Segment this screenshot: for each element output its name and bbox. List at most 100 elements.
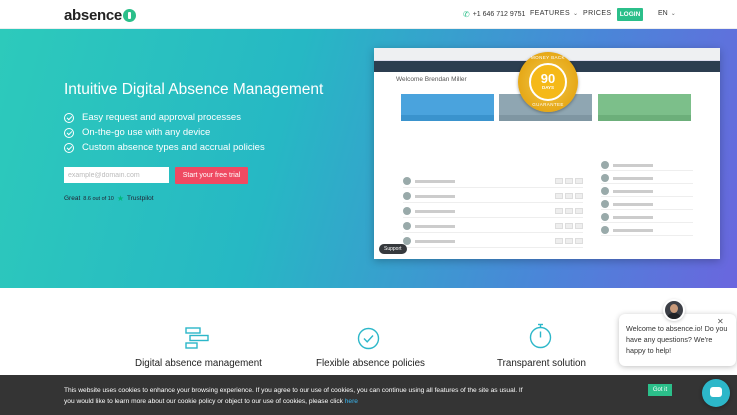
app-welcome-text: Welcome Brendan Miller xyxy=(396,76,467,83)
brand-name: absence xyxy=(64,7,122,24)
nav-features-menu[interactable]: FEATURES ⌄ xyxy=(530,10,578,17)
email-field[interactable] xyxy=(64,167,169,183)
app-row-placeholder xyxy=(415,239,455,243)
feature-text: Easy request and approval processes xyxy=(82,112,241,123)
app-stat-card xyxy=(401,94,494,115)
trustpilot-score: 8.6 out of 10 xyxy=(83,195,114,202)
app-row-action xyxy=(555,193,563,199)
language-selector[interactable]: EN ⌄ xyxy=(658,10,676,17)
app-row-placeholder xyxy=(415,209,455,213)
app-side-row xyxy=(601,173,693,184)
app-row-action xyxy=(555,223,563,229)
app-row-action xyxy=(555,238,563,244)
avatar xyxy=(601,226,609,234)
chevron-down-icon: ⌄ xyxy=(670,11,676,17)
phone-icon: ✆ xyxy=(463,10,470,19)
app-row-placeholder xyxy=(415,194,455,198)
cookie-accept-button[interactable]: Got it xyxy=(648,384,672,396)
check-circle-icon xyxy=(64,112,74,123)
app-row-action xyxy=(565,223,573,229)
avatar xyxy=(601,187,609,195)
app-request-row xyxy=(403,175,583,188)
feature-text: On-the-go use with any device xyxy=(82,127,211,138)
stopwatch-icon xyxy=(529,323,552,349)
nav-prices-link[interactable]: PRICES xyxy=(583,10,611,17)
app-row-action xyxy=(555,208,563,214)
cookie-policy-link[interactable]: here xyxy=(345,398,358,405)
app-row-action xyxy=(575,178,583,184)
feature-item: On-the-go use with any device xyxy=(64,125,265,140)
app-row-action xyxy=(575,193,583,199)
app-row-placeholder xyxy=(415,224,455,228)
avatar xyxy=(403,177,411,185)
app-stat-footer xyxy=(598,115,691,121)
avatar xyxy=(403,192,411,200)
app-row-placeholder xyxy=(415,179,455,183)
app-row-placeholder xyxy=(613,163,653,167)
avatar xyxy=(601,161,609,169)
avatar xyxy=(601,213,609,221)
app-row-action xyxy=(565,238,573,244)
cookie-text: This website uses cookies to enhance you… xyxy=(64,385,534,407)
app-row-action xyxy=(565,208,573,214)
nav-features-label: FEATURES xyxy=(530,10,571,17)
app-side-row xyxy=(601,212,693,223)
money-back-guarantee-badge: MONEY BACK 90 DAYS GUARANTEE xyxy=(518,52,578,112)
cookie-text-line-1: This website uses cookies to enhance you… xyxy=(64,387,523,394)
feature-text: Custom absence types and accrual policie… xyxy=(82,142,265,153)
chevron-down-icon: ⌄ xyxy=(573,11,579,17)
app-side-row xyxy=(601,160,693,171)
chat-launcher-button[interactable] xyxy=(702,379,730,407)
feature-column-title: Transparent solution xyxy=(497,358,586,369)
app-stat-footer xyxy=(499,115,592,121)
app-row-action xyxy=(575,238,583,244)
chart-icon xyxy=(185,327,209,349)
feature-column-title: Flexible absence policies xyxy=(316,358,425,369)
support-button[interactable]: Support xyxy=(379,244,407,254)
app-row-action xyxy=(575,223,583,229)
app-row-placeholder xyxy=(613,189,653,193)
feature-column-title: Digital absence management xyxy=(135,358,262,369)
app-stat-card xyxy=(598,94,691,115)
app-stat-footer xyxy=(401,115,494,121)
app-side-row xyxy=(601,225,693,236)
language-label: EN xyxy=(658,10,668,17)
feature-item: Custom absence types and accrual policie… xyxy=(64,140,265,155)
badge-number: 90 xyxy=(540,71,556,86)
start-free-trial-button[interactable]: Start your free trial xyxy=(175,167,248,184)
login-button[interactable]: LOGIN xyxy=(617,8,643,21)
avatar xyxy=(601,200,609,208)
star-icon: ★ xyxy=(116,194,125,203)
trustpilot-word: Great xyxy=(64,195,81,202)
brand-logo[interactable]: absence xyxy=(64,7,136,24)
avatar xyxy=(403,207,411,215)
close-icon[interactable]: ✕ xyxy=(717,317,724,326)
app-request-row xyxy=(403,220,583,233)
check-circle-icon xyxy=(64,127,74,138)
app-request-row xyxy=(403,190,583,203)
trustpilot-brand: Trustpilot xyxy=(127,195,154,202)
app-row-placeholder xyxy=(613,202,653,206)
app-side-row xyxy=(601,186,693,197)
app-row-action xyxy=(575,208,583,214)
app-row-placeholder xyxy=(613,215,653,219)
badge-top-text: MONEY BACK xyxy=(531,55,565,60)
logo-mark-icon xyxy=(122,9,136,22)
badge-days: DAYS xyxy=(541,85,555,90)
avatar xyxy=(601,174,609,182)
feature-item: Easy request and approval processes xyxy=(64,110,265,125)
app-request-row xyxy=(403,235,583,248)
phone-link[interactable]: ✆ +1 646 712 9751 xyxy=(463,10,525,19)
trustpilot-rating[interactable]: Great 8.6 out of 10 ★ Trustpilot xyxy=(64,194,154,203)
check-circle-icon xyxy=(64,142,74,153)
avatar xyxy=(403,222,411,230)
app-row-action xyxy=(555,178,563,184)
top-navigation: absence ✆ +1 646 712 9751 FEATURES ⌄ PRIC… xyxy=(0,0,737,29)
app-row-action xyxy=(565,193,573,199)
chat-agent-avatar xyxy=(663,299,685,321)
app-row-placeholder xyxy=(613,176,653,180)
feature-list: Easy request and approval processes On-t… xyxy=(64,110,265,155)
app-side-row xyxy=(601,199,693,210)
cookie-text-line-2: you would like to learn more about our c… xyxy=(64,398,343,405)
app-row-action xyxy=(565,178,573,184)
